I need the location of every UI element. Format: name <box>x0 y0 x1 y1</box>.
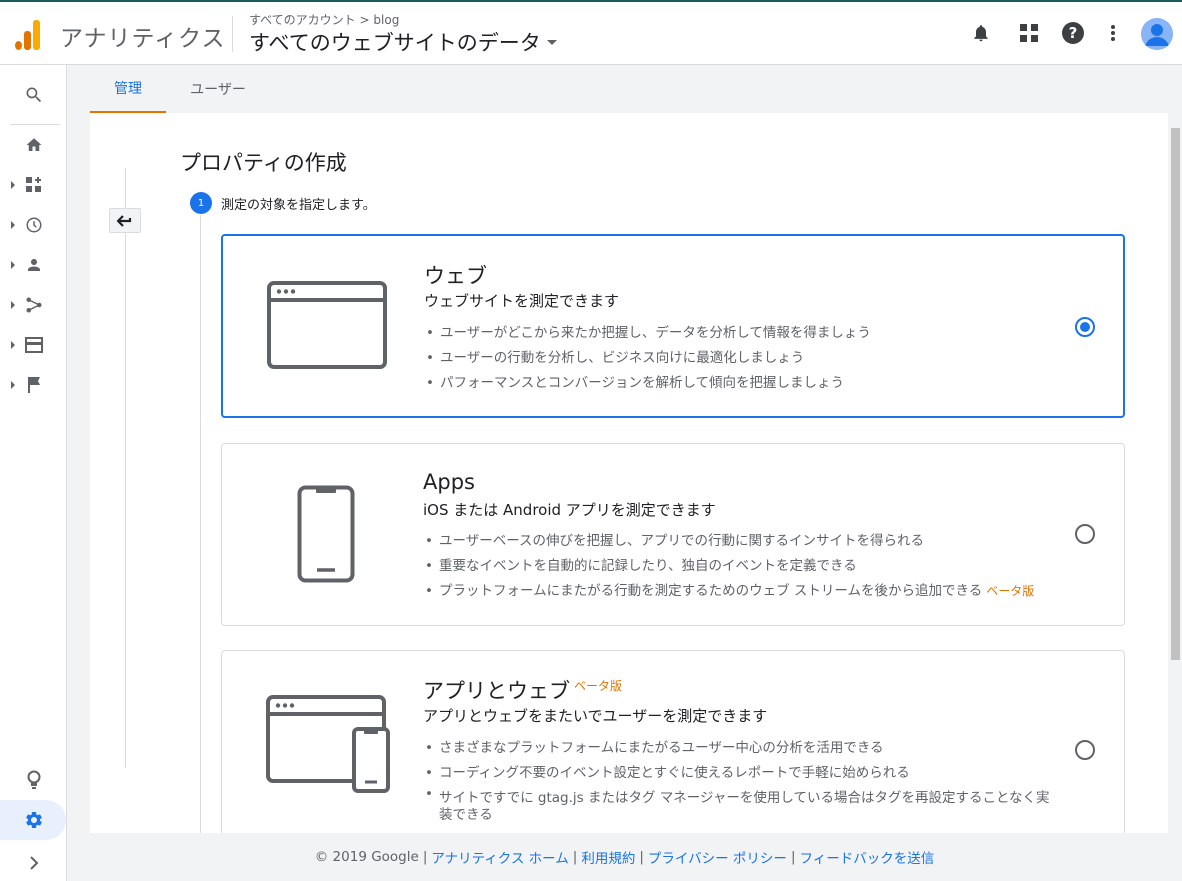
list-item: パフォーマンスとコンバージョンを解析して傾向を把握しましょう <box>424 371 1074 396</box>
list-item-text: プラットフォームにまたがる行動を測定するためのウェブ ストリームを後から追加でき… <box>439 583 983 599</box>
list-item: ユーザーベースの伸びを把握し、アプリでの行動に関するインサイトを得られる <box>423 529 1083 554</box>
option-title: アプリとウェブ ベータ版 <box>423 675 622 705</box>
audience-person-icon[interactable] <box>0 245 67 285</box>
list-item: 重要なイベントを自動的に記録したり、独自のイベントを定義できる <box>423 554 1083 579</box>
beta-badge: ベータ版 <box>574 679 623 693</box>
footer-separator: | <box>790 849 796 865</box>
option-card-app-and-web[interactable]: アプリとウェブベータ版 アプリとウェブをまたいでユーザーを測定できます さまざま… <box>221 650 1125 833</box>
expand-arrow-icon <box>11 221 15 229</box>
admin-tabs: 管理 ユーザー <box>90 65 1182 113</box>
option-subtitle: アプリとウェブをまたいでユーザーを測定できます <box>423 707 768 725</box>
breadcrumb-separator: > <box>359 13 370 27</box>
account-avatar[interactable] <box>1141 18 1173 50</box>
scrollbar-thumb[interactable] <box>1171 128 1180 660</box>
left-navigation <box>0 65 67 881</box>
footer-separator: | <box>639 849 644 865</box>
realtime-clock-icon[interactable] <box>0 205 67 245</box>
footer-link-analytics-home[interactable]: アナリティクス ホーム <box>431 847 568 867</box>
expand-arrow-icon <box>11 341 15 349</box>
conversions-flag-icon[interactable] <box>0 365 67 405</box>
breadcrumb-property[interactable]: blog <box>373 13 399 27</box>
expand-arrow-icon <box>11 301 15 309</box>
expand-arrow-icon <box>11 261 15 269</box>
dropdown-caret-icon <box>546 39 557 45</box>
radio-web[interactable] <box>1075 317 1095 337</box>
list-item: プラットフォームにまたがる行動を測定するためのウェブ ストリームを後から追加でき… <box>423 579 1083 604</box>
property-selector-label: すべてのウェブサイトのデータ <box>249 31 541 55</box>
breadcrumb: すべてのアカウント > blog <box>249 11 399 28</box>
option-title: ウェブ <box>424 264 487 288</box>
top-app-bar: アナリティクス すべてのアカウント > blog すべてのウェブサイトのデータ … <box>0 0 1182 65</box>
footer-link-feedback[interactable]: フィードバックを送信 <box>800 847 935 867</box>
search-icon[interactable] <box>0 75 67 115</box>
analytics-logo[interactable] <box>15 20 41 50</box>
bell-icon[interactable] <box>968 20 994 46</box>
radio-app-and-web[interactable] <box>1075 740 1095 760</box>
footer: © 2019 Google | アナリティクス ホーム | 利用規約 | プライ… <box>0 833 1182 881</box>
radio-apps[interactable] <box>1075 524 1095 544</box>
footer-separator: | <box>572 849 578 865</box>
browser-window-icon <box>267 281 387 373</box>
step-label: 測定の対象を指定します。 <box>221 198 376 213</box>
option-bullet-list: さまざまなプラットフォームにまたがるユーザー中心の分析を活用できる コーディング… <box>423 736 1063 824</box>
acquisition-icon[interactable] <box>0 285 67 325</box>
option-subtitle: ウェブサイトを測定できます <box>424 292 620 310</box>
expand-arrow-icon <box>11 381 15 389</box>
property-selector[interactable]: すべてのウェブサイトのデータ <box>249 27 557 57</box>
home-icon[interactable] <box>0 125 67 165</box>
more-vert-icon[interactable] <box>1100 20 1126 46</box>
back-arrow-icon <box>117 214 132 227</box>
apps-grid-icon[interactable] <box>1016 20 1042 46</box>
copyright: © 2019 Google <box>314 849 419 865</box>
browser-and-phone-icon <box>266 695 392 799</box>
step-number-badge: 1 <box>190 192 212 214</box>
option-title: Apps <box>423 470 475 494</box>
app-name: アナリティクス <box>60 26 226 52</box>
option-card-apps[interactable]: Apps iOS または Android アプリを測定できます ユーザーベースの… <box>221 443 1125 626</box>
option-card-web[interactable]: ウェブ ウェブサイトを測定できます ユーザーがどこから来たか把握し、データを分析… <box>221 234 1125 418</box>
option-title-text: アプリとウェブ <box>423 679 570 703</box>
list-item: コーディング不要のイベント設定とすぐに使えるレポートで手軽に始められる <box>423 761 1063 786</box>
back-button[interactable] <box>109 208 141 233</box>
header-divider <box>232 16 233 52</box>
beta-badge: ベータ版 <box>986 584 1035 598</box>
list-item: さまざまなプラットフォームにまたがるユーザー中心の分析を活用できる <box>423 736 1063 761</box>
page-title: プロパティの作成 <box>180 151 347 175</box>
footer-separator: | <box>422 849 428 865</box>
option-bullet-list: ユーザーがどこから来たか把握し、データを分析して情報を得ましょう ユーザーの行動… <box>424 321 1074 396</box>
expand-arrow-icon <box>11 181 15 189</box>
smartphone-icon <box>297 485 355 587</box>
footer-link-privacy[interactable]: プライバシー ポリシー <box>648 847 787 867</box>
tab-user[interactable]: ユーザー <box>180 65 256 113</box>
panel-divider <box>125 168 126 768</box>
list-item: サイトですでに gtag.js またはタグ マネージャーを使用している場合はタグ… <box>423 786 1063 824</box>
svg-text:?: ? <box>1069 24 1078 42</box>
list-item: ユーザーがどこから来たか把握し、データを分析して情報を得ましょう <box>424 321 1074 346</box>
behavior-icon[interactable] <box>0 325 67 365</box>
discover-lightbulb-icon[interactable] <box>0 760 67 800</box>
list-item: ユーザーの行動を分析し、ビジネス向けに最適化しましょう <box>424 346 1074 371</box>
stepper-line <box>200 215 201 833</box>
customization-icon[interactable] <box>0 165 67 205</box>
help-icon[interactable]: ? <box>1060 20 1086 46</box>
option-bullet-list: ユーザーベースの伸びを把握し、アプリでの行動に関するインサイトを得られる 重要な… <box>423 529 1083 604</box>
breadcrumb-account[interactable]: すべてのアカウント <box>249 13 356 27</box>
option-subtitle: iOS または Android アプリを測定できます <box>423 501 716 519</box>
tab-admin[interactable]: 管理 <box>90 65 166 113</box>
footer-link-terms[interactable]: 利用規約 <box>581 847 635 867</box>
create-property-panel: プロパティの作成 1 測定の対象を指定します。 ウェブ ウェブサイトを測定できま… <box>90 113 1168 833</box>
